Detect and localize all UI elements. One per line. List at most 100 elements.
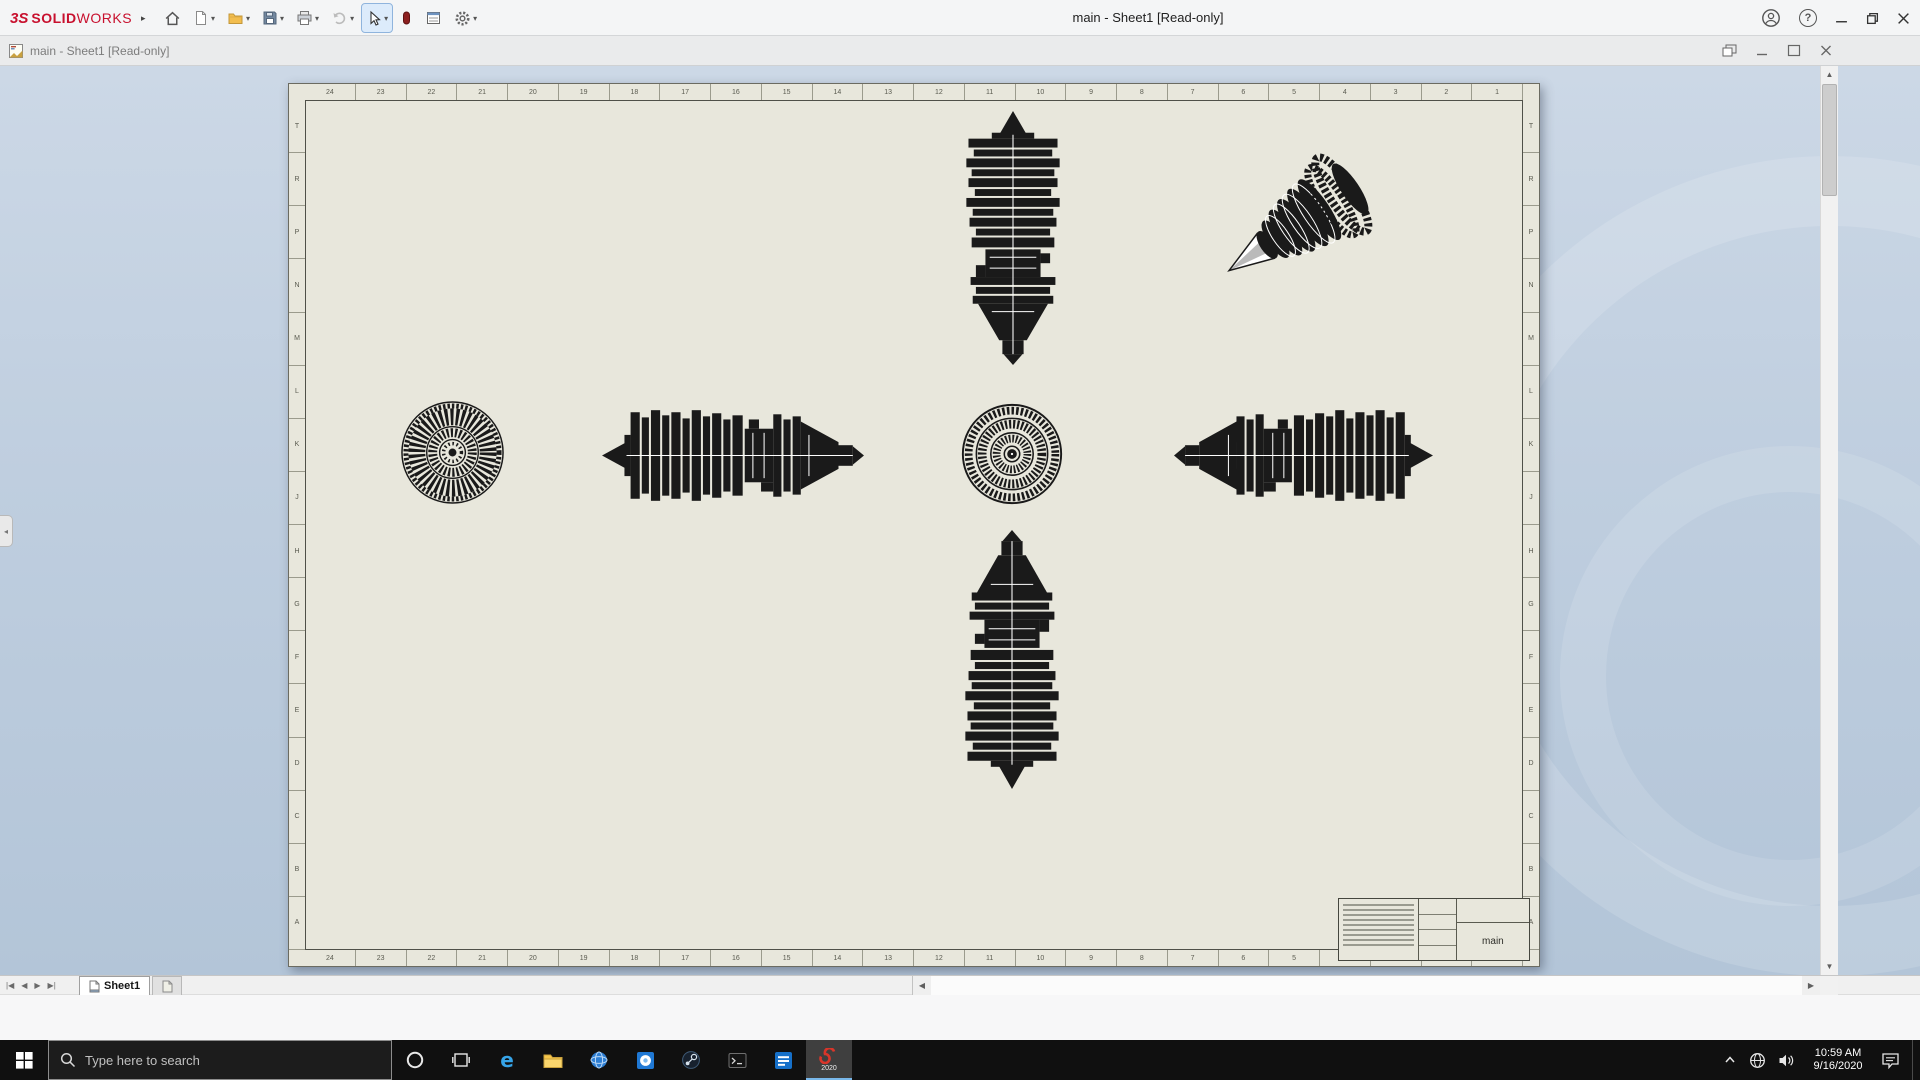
zone-label: 1 — [1472, 84, 1523, 100]
zone-label: 16 — [711, 950, 762, 966]
horizontal-scrollbar-track[interactable] — [931, 976, 1802, 995]
prev-sheet-button[interactable]: ◀ — [21, 981, 27, 990]
zone-label: D — [289, 738, 305, 791]
scroll-left-icon[interactable]: ◀ — [913, 976, 931, 995]
account-icon[interactable] — [1761, 8, 1781, 28]
scroll-right-icon[interactable]: ▶ — [1802, 976, 1820, 995]
media-player-button[interactable] — [760, 1040, 806, 1080]
search-input[interactable] — [85, 1053, 335, 1068]
drawing-document-icon — [8, 43, 24, 59]
caret-down-icon[interactable]: ▾ — [384, 14, 388, 23]
home-button[interactable] — [160, 4, 185, 32]
options-button[interactable]: ▾ — [450, 4, 481, 32]
solidworks-logo: 3S SOLIDWORKS ▸ — [10, 0, 146, 36]
help-icon[interactable]: ? — [1799, 9, 1817, 27]
drawing-view-back[interactable] — [959, 401, 1065, 507]
zone-label: K — [1523, 419, 1539, 472]
vertical-scrollbar-thumb[interactable] — [1822, 84, 1837, 196]
report-button[interactable] — [421, 4, 446, 32]
windows-logo-icon — [16, 1052, 33, 1069]
title-block[interactable]: main — [1338, 898, 1530, 961]
first-sheet-button[interactable]: |◀ — [6, 981, 14, 990]
zone-label: 14 — [813, 84, 864, 100]
zone-label: M — [289, 313, 305, 366]
zone-ruler-left: TRPNMLKJHGFEDCBA — [289, 100, 305, 950]
minimize-icon[interactable] — [1835, 12, 1848, 25]
status-bar — [0, 994, 1920, 1040]
zone-label: 8 — [1117, 950, 1168, 966]
restore-icon[interactable] — [1866, 12, 1879, 25]
select-tool-button[interactable]: ▾ — [362, 4, 392, 32]
task-view-button[interactable] — [438, 1040, 484, 1080]
doc-minimize-icon[interactable] — [1754, 44, 1770, 57]
undo-icon — [331, 10, 348, 26]
doc-close-icon[interactable] — [1818, 44, 1834, 57]
tray-expand-icon[interactable] — [1723, 1053, 1737, 1067]
caret-down-icon[interactable]: ▾ — [280, 14, 284, 23]
taskbar-clock[interactable]: 10:59 AM 9/16/2020 — [1807, 1047, 1869, 1073]
horizontal-scrollbar[interactable]: ◀ ▶ — [912, 976, 1820, 995]
sheet-tab-label: Sheet1 — [104, 980, 140, 992]
system-tray: 10:59 AM 9/16/2020 — [1723, 1040, 1920, 1080]
zone-label: T — [289, 100, 305, 153]
photos-button[interactable] — [622, 1040, 668, 1080]
drawing-view-right[interactable] — [1173, 404, 1435, 507]
scroll-up-icon[interactable]: ▲ — [1821, 66, 1838, 83]
zone-label: B — [1523, 844, 1539, 897]
panel-collapse-handle[interactable]: ◂ — [0, 515, 13, 547]
action-center-icon[interactable] — [1881, 1052, 1900, 1069]
appearance-icon — [400, 10, 413, 26]
caret-down-icon[interactable]: ▾ — [473, 14, 477, 23]
last-sheet-button[interactable]: ▶| — [48, 981, 56, 990]
drawing-view-front[interactable] — [600, 404, 865, 507]
start-button[interactable] — [0, 1040, 48, 1080]
caret-down-icon[interactable]: ▾ — [246, 14, 250, 23]
volume-icon[interactable] — [1778, 1053, 1795, 1068]
cortana-button[interactable] — [392, 1040, 438, 1080]
add-sheet-button[interactable] — [152, 976, 182, 995]
undo-button[interactable]: ▾ — [327, 4, 358, 32]
zone-label: 9 — [1066, 950, 1117, 966]
quick-access-toolbar: ▾ ▾ ▾ ▾ ▾ ▾ ▾ — [160, 0, 481, 36]
menu-expand-icon[interactable]: ▸ — [141, 13, 146, 24]
taskbar-search[interactable] — [48, 1040, 392, 1080]
zone-label: 21 — [457, 950, 508, 966]
drawing-view-isometric[interactable] — [1199, 133, 1415, 303]
save-button[interactable]: ▾ — [258, 4, 288, 32]
solidworks-icon — [819, 1048, 839, 1064]
print-button[interactable]: ▾ — [292, 4, 323, 32]
appearance-button[interactable] — [396, 4, 417, 32]
terminal-button[interactable] — [714, 1040, 760, 1080]
drawing-view-top[interactable] — [960, 109, 1066, 366]
zone-label: 9 — [1066, 84, 1117, 100]
edge-button[interactable]: e — [484, 1040, 530, 1080]
caret-down-icon[interactable]: ▾ — [315, 14, 319, 23]
vertical-scrollbar[interactable]: ▲ ▼ — [1820, 66, 1838, 975]
scroll-down-icon[interactable]: ▼ — [1821, 958, 1838, 975]
document-window-controls — [1722, 44, 1834, 57]
drawing-view-left-fan[interactable] — [398, 398, 507, 507]
browser-globe-button[interactable] — [576, 1040, 622, 1080]
file-explorer-button[interactable] — [530, 1040, 576, 1080]
graphics-area[interactable]: ◂ 24232221201918171615141312111098765432… — [0, 66, 1920, 975]
zone-label: 17 — [660, 84, 711, 100]
caret-down-icon[interactable]: ▾ — [211, 14, 215, 23]
zone-label: C — [289, 791, 305, 844]
caret-down-icon[interactable]: ▾ — [350, 14, 354, 23]
zone-label: P — [1523, 206, 1539, 259]
doc-maximize-icon[interactable] — [1786, 44, 1802, 57]
drawing-sheet[interactable]: 242322212019181716151413121110987654321 … — [288, 83, 1540, 967]
network-globe-icon[interactable] — [1749, 1052, 1766, 1069]
sheet-tab-bar: |◀ ◀ ▶ ▶| Sheet1 ◀ ▶ — [0, 975, 1920, 994]
solidworks-taskbar-button[interactable]: 2020 — [806, 1040, 852, 1080]
open-button[interactable]: ▾ — [223, 4, 254, 32]
steam-button[interactable] — [668, 1040, 714, 1080]
show-desktop-button[interactable] — [1912, 1040, 1918, 1080]
doc-cascade-icon[interactable] — [1722, 44, 1738, 57]
tray-date: 9/16/2020 — [1807, 1060, 1869, 1073]
close-icon[interactable] — [1897, 12, 1910, 25]
drawing-view-bottom[interactable] — [959, 529, 1065, 791]
tab-sheet1[interactable]: Sheet1 — [79, 976, 150, 995]
new-document-button[interactable]: ▾ — [189, 4, 219, 32]
next-sheet-button[interactable]: ▶ — [34, 981, 40, 990]
